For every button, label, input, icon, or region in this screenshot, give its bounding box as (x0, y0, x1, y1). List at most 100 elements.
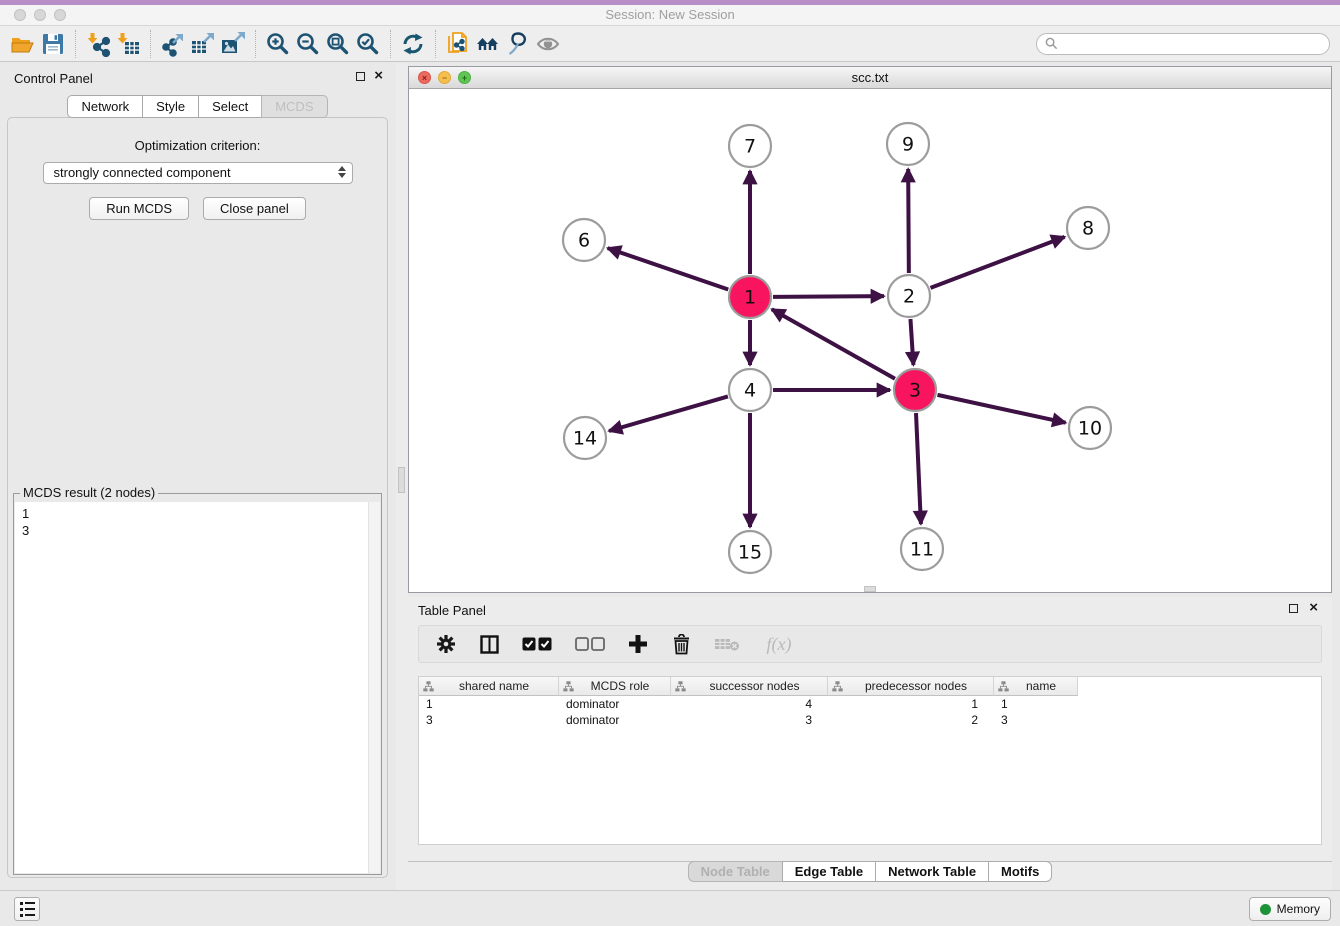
tab-style[interactable]: Style (142, 95, 199, 118)
criterion-dropdown[interactable]: strongly connected component (43, 162, 353, 184)
function-builder-button[interactable]: f(x) (762, 632, 796, 656)
network-window-controls: × − + (418, 71, 471, 84)
criterion-value: strongly connected component (54, 165, 231, 180)
tab-network-table[interactable]: Network Table (875, 861, 989, 882)
mcds-panel: Optimization criterion: strongly connect… (7, 117, 388, 878)
divider-handle[interactable] (398, 467, 405, 493)
run-mcds-button[interactable]: Run MCDS (89, 197, 189, 220)
clone-network-button[interactable] (443, 29, 473, 59)
column-type-icon (832, 681, 843, 692)
search-box[interactable] (1036, 33, 1330, 55)
import-table-button[interactable] (113, 29, 143, 59)
unchecked-boxes-icon (575, 637, 605, 651)
task-history-button[interactable] (14, 897, 40, 921)
table-panel: Table Panel × (408, 597, 1332, 890)
graph-node-label-1: 1 (744, 287, 756, 309)
traffic-lights[interactable] (14, 9, 66, 21)
refresh-view-button[interactable] (398, 29, 428, 59)
window-resize-grip[interactable] (864, 586, 876, 592)
graph-edge-3-10[interactable] (937, 395, 1065, 423)
column-header-predecessor-nodes[interactable]: predecessor nodes (828, 677, 994, 696)
export-table-button[interactable] (188, 29, 218, 59)
memory-button[interactable]: Memory (1249, 897, 1331, 921)
column-header-name[interactable]: name (994, 677, 1078, 696)
tab-node-table[interactable]: Node Table (688, 861, 783, 882)
show-hide-graphics-button[interactable] (533, 29, 563, 59)
graph-edge-2-8[interactable] (931, 237, 1065, 288)
add-column-button[interactable] (627, 632, 649, 656)
zoom-out-button[interactable] (293, 29, 323, 59)
graph-edge-2-9[interactable] (908, 169, 909, 273)
tab-network[interactable]: Network (67, 95, 143, 118)
toolbar-separator (75, 30, 76, 58)
save-session-button[interactable] (38, 29, 68, 59)
node-table[interactable]: shared nameMCDS rolesuccessor nodes prede… (418, 676, 1322, 845)
column-header-label: name (1009, 679, 1073, 693)
graph-edge-3-11[interactable] (916, 413, 921, 524)
column-header-successor-nodes[interactable]: successor nodes (671, 677, 828, 696)
float-table-panel-icon[interactable] (1289, 604, 1298, 613)
unselect-all-button[interactable] (574, 632, 606, 656)
open-session-button[interactable] (8, 29, 38, 59)
export-network-button[interactable] (158, 29, 188, 59)
zoom-fit-button[interactable] (323, 29, 353, 59)
float-panel-icon[interactable] (356, 72, 365, 81)
delete-table-button[interactable] (713, 632, 741, 656)
export-image-button[interactable] (218, 29, 248, 59)
column-header-MCDS-role[interactable]: MCDS role (559, 677, 671, 696)
network-canvas[interactable]: 7968124314101511 (409, 89, 1331, 592)
cybrowser-home-button[interactable] (473, 29, 503, 59)
clone-network-icon (445, 31, 471, 57)
delete-column-button[interactable] (670, 632, 692, 656)
column-header-label: predecessor nodes (843, 679, 989, 693)
table-toolbar: f(x) (418, 625, 1322, 663)
network-minimize-button[interactable]: − (438, 71, 451, 84)
table-row[interactable]: 1dominator411 (419, 696, 1321, 712)
toolbar-separator (390, 30, 391, 58)
close-panel-icon[interactable]: × (374, 68, 383, 84)
export-image-icon (220, 31, 246, 57)
zoom-selected-button[interactable] (353, 29, 383, 59)
table-tabs-strip: Node Table Edge Table Network Table Moti… (408, 861, 1332, 885)
close-panel-button[interactable]: Close panel (203, 197, 306, 220)
columns-icon (480, 635, 499, 654)
graph-node-label-7: 7 (744, 136, 756, 158)
table-cell: 3 (419, 712, 559, 728)
close-table-panel-icon[interactable]: × (1309, 600, 1318, 616)
network-close-button[interactable]: × (418, 71, 431, 84)
tab-edge-table[interactable]: Edge Table (782, 861, 876, 882)
graph-edge-1-6[interactable] (608, 248, 729, 289)
zoom-window-button[interactable] (54, 9, 66, 21)
tab-mcds[interactable]: MCDS (261, 95, 327, 118)
plus-icon (628, 634, 648, 654)
show-column-button[interactable] (478, 632, 500, 656)
select-all-button[interactable] (521, 632, 553, 656)
mcds-result-area[interactable]: 1 3 (15, 502, 380, 873)
close-window-button[interactable] (14, 9, 26, 21)
network-zoom-button[interactable]: + (458, 71, 471, 84)
graph-edge-3-1[interactable] (772, 309, 895, 378)
table-cell: 4 (671, 696, 828, 712)
search-input[interactable] (1058, 37, 1329, 51)
level-of-detail-button[interactable] (503, 29, 533, 59)
main-toolbar (0, 26, 1340, 62)
zoom-out-icon (295, 31, 321, 57)
column-header-shared-name[interactable]: shared name (419, 677, 559, 696)
panel-divider[interactable] (396, 63, 408, 890)
graph-edge-4-14[interactable] (609, 396, 728, 431)
graph-edge-1-2[interactable] (773, 296, 884, 297)
zoom-in-button[interactable] (263, 29, 293, 59)
table-settings-button[interactable] (435, 632, 457, 656)
network-window-title: scc.txt (409, 67, 1331, 88)
minimize-window-button[interactable] (34, 9, 46, 21)
network-window-titlebar[interactable]: × − + scc.txt (409, 67, 1331, 89)
table-row[interactable]: 3dominator323 (419, 712, 1321, 728)
tab-select[interactable]: Select (198, 95, 262, 118)
graph-edge-2-3[interactable] (910, 319, 913, 365)
import-network-button[interactable] (83, 29, 113, 59)
tab-motifs[interactable]: Motifs (988, 861, 1052, 882)
result-scrollbar[interactable] (368, 502, 380, 873)
import-network-icon (85, 31, 111, 57)
brush-icon (505, 31, 531, 57)
graph-node-label-11: 11 (910, 539, 934, 561)
